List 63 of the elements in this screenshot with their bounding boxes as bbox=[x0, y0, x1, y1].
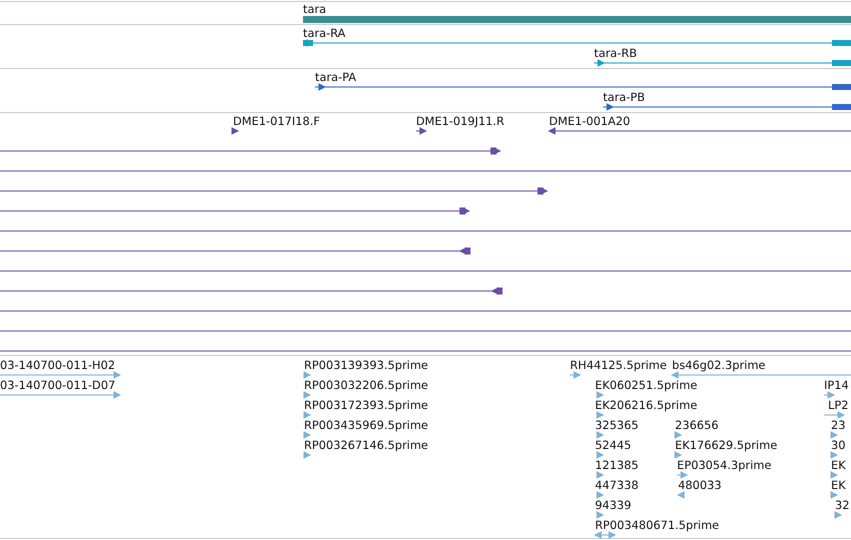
feature-glyph bbox=[824, 412, 846, 418]
feature-glyph bbox=[830, 471, 838, 479]
feature-glyph bbox=[596, 511, 604, 519]
feature-label: RP003435969.5prime bbox=[304, 418, 428, 432]
feature-glyph bbox=[824, 392, 836, 398]
feature-label: EP03054.3prime bbox=[677, 458, 772, 472]
feature-label: 03-140700-011-H02 bbox=[0, 358, 116, 372]
feature-glyph bbox=[304, 371, 312, 379]
feature-label: 236656 bbox=[675, 418, 718, 432]
feature-glyph bbox=[596, 471, 604, 479]
feature-label: EK060251.5prime bbox=[595, 378, 698, 392]
feature-label: 52445 bbox=[595, 438, 632, 452]
feature-label: IP14 bbox=[824, 378, 849, 392]
feature-glyph bbox=[416, 128, 428, 134]
feature-label: DME1-001A20 bbox=[549, 114, 630, 128]
feature-label: RP003480671.5prime bbox=[595, 518, 720, 532]
feature-label: RH44125.5prime bbox=[570, 358, 667, 372]
feature-label: EK176629.5prime bbox=[675, 438, 778, 452]
feature-label: DME1-017I18.F bbox=[233, 114, 320, 128]
feature-label: RP003032206.5prime bbox=[304, 378, 428, 392]
feature-label: 94339 bbox=[595, 498, 632, 512]
feature-glyph bbox=[834, 511, 842, 519]
feature-label: LP2 bbox=[828, 398, 848, 412]
feature-label: tara-PB bbox=[603, 90, 645, 104]
feature-glyph bbox=[594, 532, 616, 538]
feature-glyph bbox=[232, 127, 240, 135]
feature-glyph bbox=[676, 472, 688, 478]
feature-label: RP003267146.5prime bbox=[304, 438, 428, 452]
feature-label: bs46g02.3prime bbox=[672, 358, 766, 372]
feature-glyph bbox=[674, 431, 682, 439]
feature-label: 30 bbox=[831, 438, 846, 452]
feature-label: EK bbox=[831, 458, 846, 472]
feature-glyph bbox=[596, 431, 604, 439]
feature-glyph bbox=[674, 451, 682, 459]
feature-label: 23 bbox=[831, 418, 846, 432]
feature-label: 447338 bbox=[595, 478, 638, 492]
feature-label: tara bbox=[303, 2, 326, 16]
feature-glyph bbox=[676, 491, 684, 499]
feature-glyph bbox=[596, 451, 604, 459]
feature-glyph bbox=[596, 391, 604, 399]
feature-glyph bbox=[830, 431, 838, 439]
feature-glyph bbox=[830, 491, 838, 499]
feature-glyph bbox=[304, 411, 312, 419]
feature-glyph bbox=[596, 411, 604, 419]
feature-label: DME1-019J11.R bbox=[416, 114, 504, 128]
feature-glyph bbox=[304, 451, 312, 459]
feature-label: tara-RB bbox=[594, 46, 637, 60]
feature-label: 03-140700-011-D07 bbox=[0, 378, 116, 392]
feature-label: tara-RA bbox=[303, 26, 346, 40]
feature-label: 32 bbox=[835, 498, 850, 512]
feature-label: EK206216.5prime bbox=[595, 398, 698, 412]
feature-label: 325365 bbox=[595, 418, 638, 432]
feature-label: 121385 bbox=[595, 458, 638, 472]
feature-glyph bbox=[304, 391, 312, 399]
feature-label: RP003172393.5prime bbox=[304, 398, 428, 412]
feature-label: RP003139393.5prime bbox=[304, 358, 428, 372]
feature-label: EK bbox=[831, 478, 846, 492]
feature-label: tara-PA bbox=[315, 70, 356, 84]
feature-glyph bbox=[304, 431, 312, 439]
feature-glyph bbox=[596, 491, 604, 499]
feature-glyph bbox=[570, 372, 582, 378]
feature-label: 480033 bbox=[678, 478, 722, 492]
feature-glyph bbox=[830, 451, 838, 459]
